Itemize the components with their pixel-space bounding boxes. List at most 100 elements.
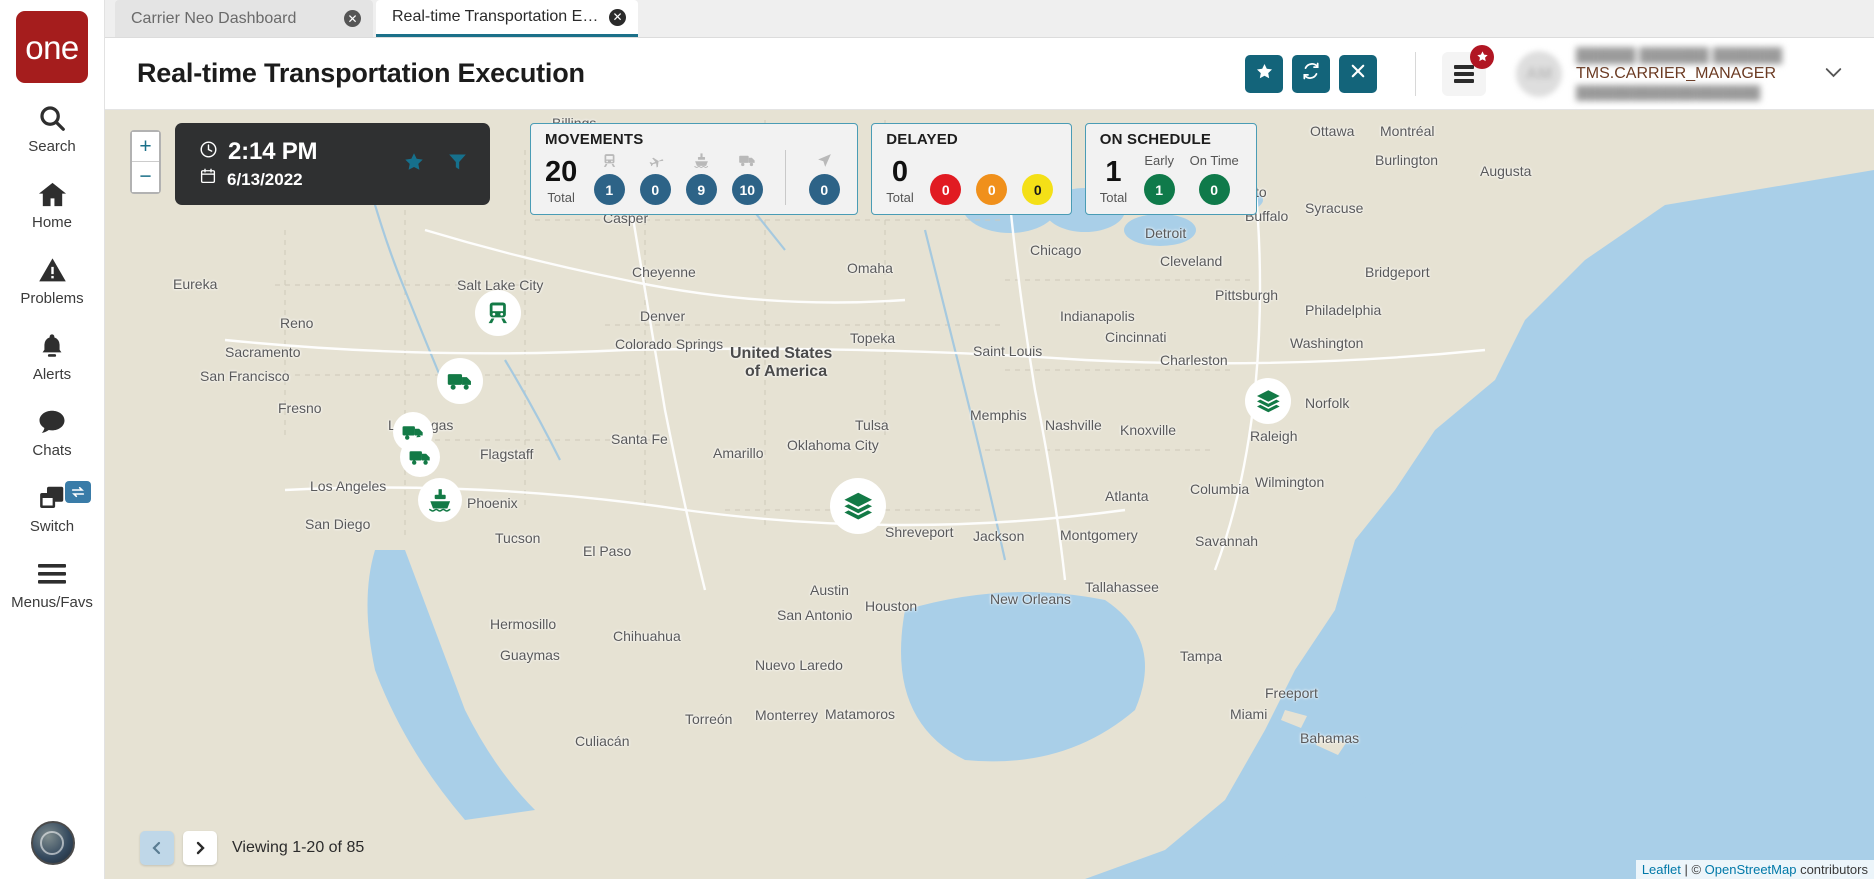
zoom-out-button[interactable]: − — [132, 162, 159, 192]
cluster-marker[interactable] — [830, 478, 886, 534]
delay-severity-critical[interactable]: 0 — [927, 150, 965, 205]
star-icon[interactable] — [403, 151, 425, 178]
mode-count: 0 — [809, 174, 840, 205]
tab-realtime-transportation-execution[interactable]: Real-time Transportation Executi... ✕ — [376, 0, 638, 37]
close-circle-icon[interactable]: ✕ — [344, 10, 361, 27]
leaflet-link[interactable]: Leaflet — [1642, 862, 1681, 877]
truck-icon — [737, 150, 758, 170]
tab-carrier-neo-dashboard[interactable]: Carrier Neo Dashboard ✕ — [115, 0, 373, 37]
mode-count: 0 — [640, 174, 671, 205]
hamburger-menu-icon — [1454, 62, 1474, 86]
total-block: 0 Total — [886, 159, 913, 205]
header-divider — [1415, 52, 1416, 96]
sidebar-item-alerts[interactable]: Alerts — [0, 329, 105, 382]
hamburger-icon — [36, 557, 68, 591]
refresh-icon — [1301, 61, 1321, 86]
app-root: one Search Home Problems Alerts — [0, 0, 1874, 879]
page-title: Real-time Transportation Execution — [137, 58, 1245, 89]
main-region: Carrier Neo Dashboard ✕ Real-time Transp… — [105, 0, 1874, 879]
stat-card-title: DELAYED — [886, 131, 1056, 148]
attribution-separator: | © — [1681, 862, 1705, 877]
mode-count: 1 — [594, 174, 625, 205]
map-pager: Viewing 1-20 of 85 — [140, 831, 364, 865]
favorite-button[interactable] — [1245, 55, 1283, 93]
map-container[interactable]: BillingsCasperEurekaRenoSalt Lake CityCh… — [105, 110, 1874, 879]
total-value: 0 — [892, 159, 908, 187]
cluster-marker[interactable] — [1245, 378, 1291, 424]
mode-rail[interactable]: 1 — [590, 150, 628, 205]
mode-truck[interactable]: 10 — [728, 150, 766, 205]
attribution-tail: contributors — [1796, 862, 1868, 877]
card-divider — [785, 150, 786, 205]
total-label: Total — [547, 190, 574, 205]
chevron-down-icon[interactable] — [1811, 65, 1856, 83]
globe-icon[interactable] — [31, 821, 75, 865]
stat-card-movements[interactable]: MOVEMENTS 20 Total 1 — [530, 123, 858, 215]
clock-time: 2:14 PM — [228, 138, 317, 166]
truck-marker[interactable] — [437, 358, 483, 404]
sidebar-item-label: Chats — [32, 443, 71, 458]
sidebar-item-label: Menus/Favs — [11, 595, 93, 610]
user-info: ██████ ███████ ███████ TMS.CARRIER_MANAG… — [1576, 47, 1811, 100]
map-basemap — [105, 110, 1874, 879]
total-label: Total — [1100, 190, 1127, 205]
schedule-on-time-label: On Time — [1190, 150, 1239, 170]
filter-funnel-icon[interactable] — [447, 151, 468, 178]
schedule-early[interactable]: Early 1 — [1140, 150, 1178, 205]
total-label: Total — [886, 190, 913, 205]
sidebar-item-label: Search — [28, 139, 76, 154]
mode-list: Early 1 On Time 0 — [1140, 150, 1242, 205]
sidebar-item-menus-favs[interactable]: Menus/Favs — [0, 557, 105, 610]
sidebar-item-problems[interactable]: Problems — [0, 253, 105, 306]
schedule-count: 1 — [1144, 174, 1175, 205]
mode-air[interactable]: 0 — [636, 150, 674, 205]
mode-list: 0 0 0 — [927, 150, 1057, 205]
sidebar-item-chats[interactable]: Chats — [0, 405, 105, 458]
schedule-early-label: Early — [1144, 150, 1174, 170]
tab-strip: Carrier Neo Dashboard ✕ Real-time Transp… — [105, 0, 1874, 38]
zoom-in-button[interactable]: + — [132, 132, 159, 162]
windows-switch-icon — [37, 481, 67, 515]
avatar[interactable]: AM — [1516, 51, 1562, 97]
calendar-icon — [199, 167, 217, 190]
tab-label: Real-time Transportation Executi... — [392, 8, 600, 26]
refresh-button[interactable] — [1292, 55, 1330, 93]
delay-severity-high[interactable]: 0 — [973, 150, 1011, 205]
delay-severity-medium[interactable]: 0 — [1019, 150, 1057, 205]
sidebar-item-label: Problems — [20, 291, 83, 306]
openstreetmap-link[interactable]: OpenStreetMap — [1705, 862, 1797, 877]
ship-marker[interactable] — [418, 478, 462, 522]
stat-card-delayed[interactable]: DELAYED 0 Total 0 — [871, 123, 1071, 215]
sidebar-item-home[interactable]: Home — [0, 177, 105, 230]
train-marker[interactable] — [475, 290, 521, 336]
pager-status: Viewing 1-20 of 85 — [232, 839, 364, 857]
clock-panel-actions — [403, 151, 468, 178]
prev-page-button[interactable] — [140, 831, 174, 865]
sidebar-item-search[interactable]: Search — [0, 101, 105, 154]
truck-marker[interactable] — [400, 437, 440, 477]
user-name: ██████ ███████ ███████ — [1576, 47, 1811, 63]
clock-icon — [199, 140, 218, 164]
user-role: TMS.CARRIER_MANAGER — [1576, 65, 1811, 83]
navigation-arrow-icon — [816, 150, 833, 170]
mode-list: 1 0 — [590, 150, 843, 205]
search-icon — [37, 101, 67, 135]
header-action-buttons — [1245, 55, 1377, 93]
swap-arrows-icon[interactable] — [65, 481, 91, 503]
schedule-on-time[interactable]: On Time 0 — [1186, 150, 1242, 205]
stat-card-title: MOVEMENTS — [545, 131, 843, 148]
mode-navigation[interactable]: 0 — [805, 150, 843, 205]
stat-card-body: 20 Total 1 — [545, 150, 843, 205]
stat-card-on-schedule[interactable]: ON SCHEDULE 1 Total Early 1 O — [1085, 123, 1257, 215]
close-button[interactable] — [1339, 55, 1377, 93]
plane-icon — [646, 150, 665, 170]
star-badge-icon — [1470, 45, 1494, 69]
next-page-button[interactable] — [183, 831, 217, 865]
menu-favorites-button[interactable] — [1442, 52, 1486, 96]
sidebar-item-switch[interactable]: Switch — [0, 481, 105, 534]
close-circle-icon[interactable]: ✕ — [609, 9, 626, 26]
delay-count: 0 — [930, 174, 961, 205]
rail-footer — [0, 821, 105, 865]
map-zoom-control: + − — [130, 130, 161, 194]
mode-ocean[interactable]: 9 — [682, 150, 720, 205]
